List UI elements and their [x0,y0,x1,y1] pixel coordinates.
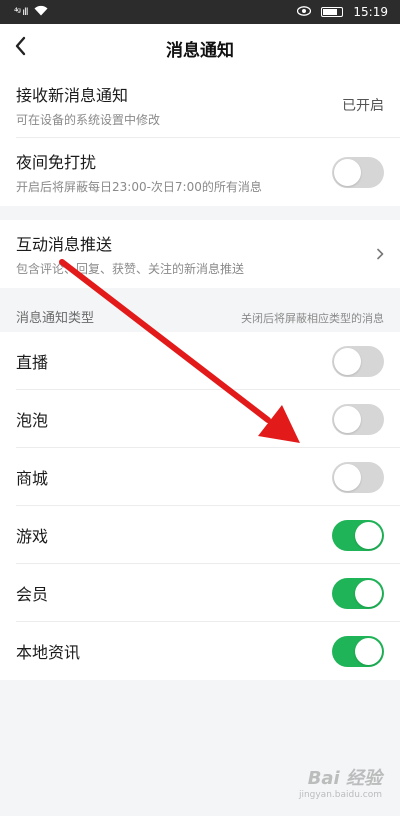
status-bar: ⁴ᵍ ıll 15:19 [0,0,400,24]
signal-icon: ⁴ᵍ ıll [14,6,29,18]
toggle-knob [355,521,382,549]
section-gap [0,206,400,220]
type-toggle-local-news[interactable] [332,635,384,667]
toggle-knob [355,637,382,665]
types-section-header: 消息通知类型 关闭后将屏蔽相应类型的消息 [0,288,400,332]
type-label: 游戏 [16,527,49,546]
watermark-logo: Bai 经验 jingyan.baidu.com [299,764,382,800]
type-row-mall: 商城 [0,448,400,506]
nav-bar: 消息通知 [0,24,400,72]
toggle-knob [355,579,382,607]
page-title: 消息通知 [166,40,234,61]
receive-notifications-status: 已开启 [342,98,384,114]
do-not-disturb-hint: 开启后将屏蔽每日23:00-次日7:00的所有消息 [16,180,262,194]
wifi-icon [34,5,48,19]
clock-time: 15:19 [353,5,388,19]
type-label: 本地资讯 [16,643,81,662]
toggle-knob [334,463,361,491]
type-row-member: 会员 [0,564,400,622]
toggle-knob [334,405,361,433]
type-row-game: 游戏 [0,506,400,564]
type-toggle-mall[interactable] [332,461,384,493]
type-label: 商城 [16,469,49,488]
type-toggle-live[interactable] [332,345,384,377]
toggle-knob [334,158,361,186]
type-row-local-news: 本地资讯 [0,622,400,680]
type-toggle-bubble[interactable] [332,403,384,435]
type-label: 泡泡 [16,411,49,430]
do-not-disturb-toggle[interactable] [332,156,384,188]
interactive-push-row[interactable]: 互动消息推送 包含评论、回复、获赞、关注的新消息推送 [0,220,400,288]
types-section-title: 消息通知类型 [16,311,95,326]
type-toggle-member[interactable] [332,577,384,609]
interactive-push-label: 互动消息推送 [16,235,113,254]
type-label: 直播 [16,353,49,372]
eye-icon [297,5,312,19]
receive-notifications-row[interactable]: 接收新消息通知 可在设备的系统设置中修改 已开启 [0,72,400,138]
type-row-live: 直播 [0,332,400,390]
battery-icon [321,7,344,17]
interactive-push-card: 互动消息推送 包含评论、回复、获赞、关注的新消息推送 [0,220,400,288]
receive-notifications-hint: 可在设备的系统设置中修改 [16,113,161,127]
types-section-hint: 关闭后将屏蔽相应类型的消息 [241,312,384,325]
do-not-disturb-label: 夜间免打扰 [16,153,97,172]
chevron-right-icon [376,244,384,265]
back-icon[interactable] [14,36,26,61]
toggle-knob [334,347,361,375]
do-not-disturb-row: 夜间免打扰 开启后将屏蔽每日23:00-次日7:00的所有消息 [0,138,400,206]
interactive-push-hint: 包含评论、回复、获赞、关注的新消息推送 [16,262,245,276]
type-toggle-game[interactable] [332,519,384,551]
type-label: 会员 [16,585,49,604]
types-list: 直播 泡泡 商城 游戏 会员 本地资讯 [0,332,400,680]
notification-settings-card: 接收新消息通知 可在设备的系统设置中修改 已开启 夜间免打扰 开启后将屏蔽每日2… [0,72,400,206]
watermark-url: jingyan.baidu.com [298,790,382,800]
receive-notifications-label: 接收新消息通知 [16,86,129,105]
watermark-main: Bai 经验 [307,768,382,789]
type-row-bubble: 泡泡 [0,390,400,448]
